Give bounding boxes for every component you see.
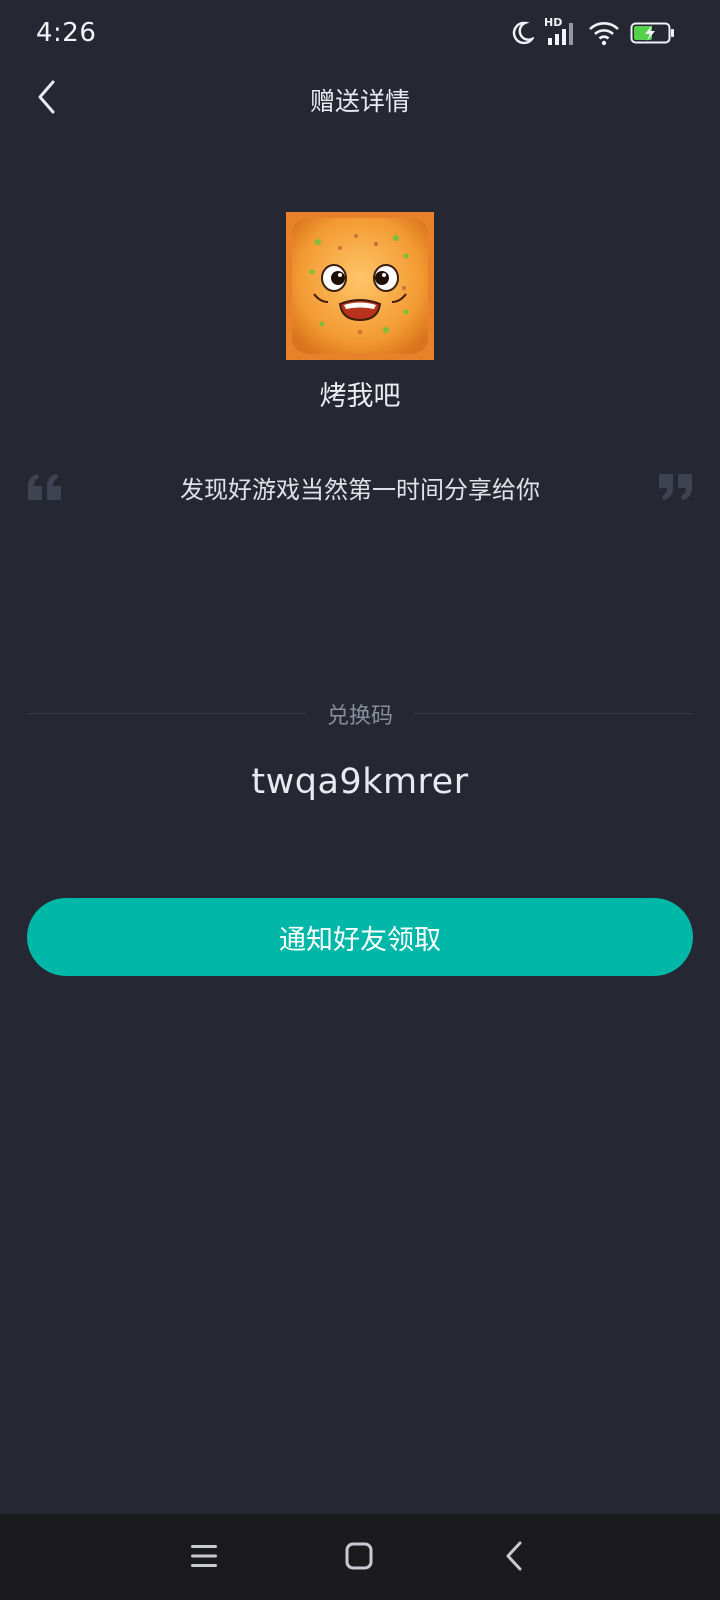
gift-message: 发现好游戏当然第一时间分享给你 <box>180 476 540 504</box>
nav-back-button[interactable] <box>492 1536 536 1580</box>
status-bar: 4:26 HD <box>0 0 720 70</box>
redeem-code-label: 兑换码 <box>326 704 393 729</box>
nav-home-button[interactable] <box>337 1536 381 1580</box>
game-name: 烤我吧 <box>319 381 401 412</box>
menu-icon <box>190 1543 218 1573</box>
nav-recents-button[interactable] <box>182 1536 226 1580</box>
notify-friend-button[interactable]: 通知好友领取 <box>27 898 693 976</box>
game-icon <box>286 212 434 360</box>
header: 赠送详情 <box>0 70 720 126</box>
page-title: 赠送详情 <box>309 87 410 116</box>
status-time: 4:26 <box>36 18 97 48</box>
battery-charging-icon <box>630 21 676 45</box>
wifi-icon <box>588 20 620 46</box>
divider-right <box>414 713 692 714</box>
home-square-icon <box>345 1542 373 1574</box>
system-nav-bar <box>0 1514 720 1600</box>
open-quote-icon <box>26 472 64 506</box>
back-chevron-icon <box>503 1541 525 1575</box>
cellular-signal-icon: HD <box>544 16 578 46</box>
status-icons: HD <box>510 16 676 46</box>
redeem-code-value: twqa9kmrer <box>251 762 469 802</box>
moon-icon <box>510 20 534 46</box>
close-quote-icon <box>656 472 694 506</box>
